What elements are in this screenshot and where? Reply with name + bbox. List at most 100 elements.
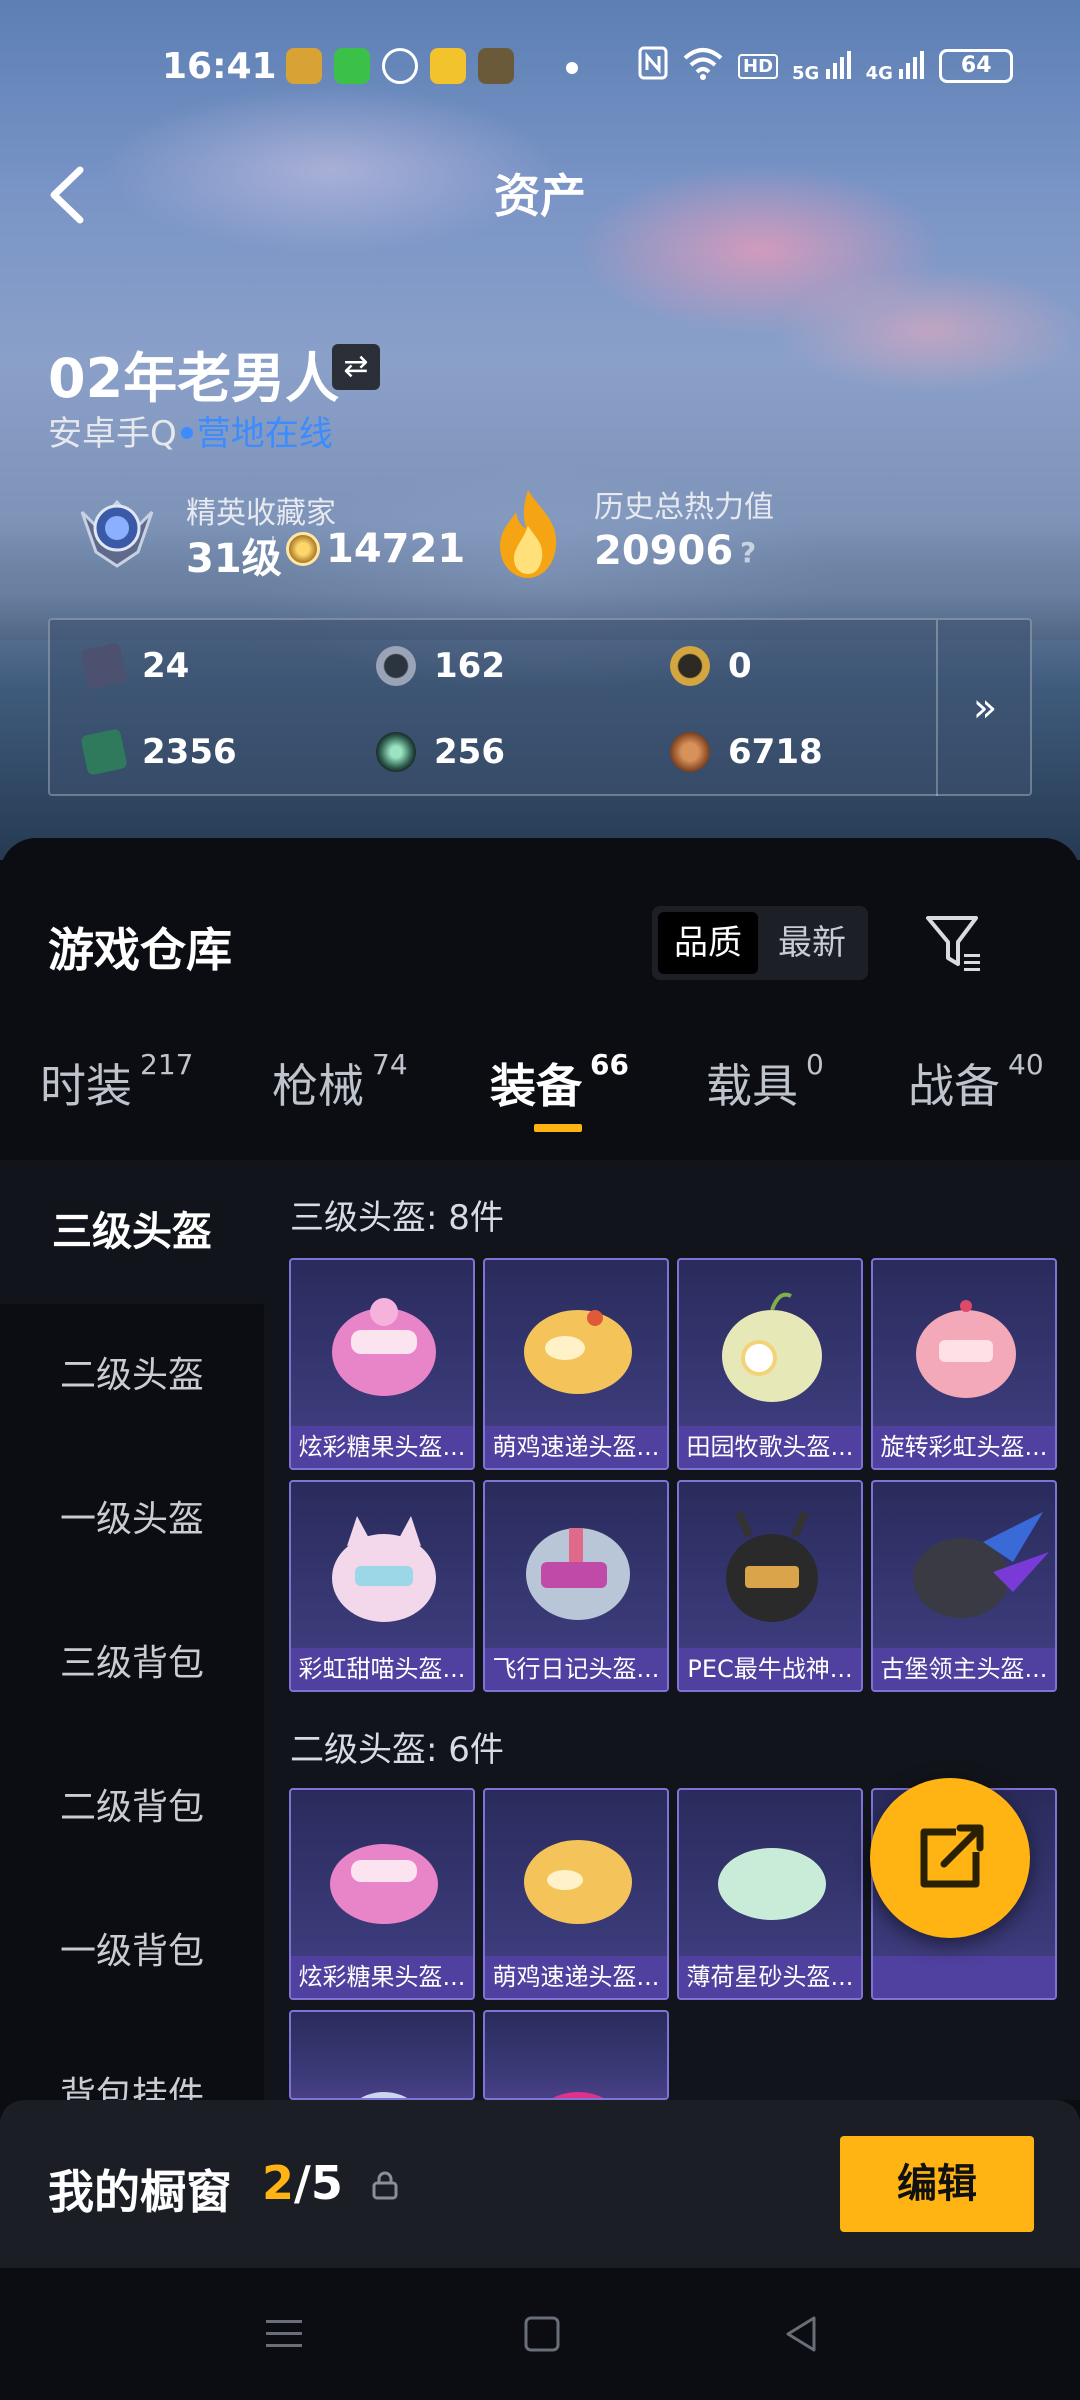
more-notifications-dot (566, 62, 578, 74)
share-button[interactable] (870, 1778, 1030, 1938)
tab-label: 战备 (908, 1059, 1000, 1113)
account-subline: 安卓手Q 营地在线 (48, 406, 333, 455)
share-icon (920, 1824, 984, 1888)
helmet-image (524, 1840, 632, 1924)
edit-button[interactable]: 编辑 (840, 2136, 1034, 2232)
tab-weapons[interactable]: 枪械 74 (272, 1048, 408, 1116)
flame-icon (488, 486, 568, 582)
sidebar-item-backpack-lv3[interactable]: 三级背包 (0, 1592, 264, 1736)
currency-value: 2356 (142, 732, 237, 772)
helmet-image (332, 1298, 436, 1396)
helmet-image (726, 1510, 818, 1622)
item-name: 彩虹甜喵头盔... (291, 1648, 473, 1690)
currency-value: 0 (728, 646, 752, 686)
group-title: 三级头盔: 8件 (290, 1198, 504, 1238)
sidebar-item-backpack-lv2[interactable]: 二级背包 (0, 1736, 264, 1880)
sidebar-item-helmet-lv3[interactable]: 三级头盔 (0, 1160, 264, 1304)
item-name: PEC最牛战神... (679, 1648, 861, 1690)
tab-fashion[interactable]: 时装 217 (40, 1048, 193, 1116)
currency-item: 24 (80, 642, 189, 690)
item-name: 古堡领主头盔... (873, 1648, 1055, 1690)
helmet-image (722, 1292, 822, 1402)
tab-equipment[interactable]: 装备 66 (490, 1048, 629, 1116)
home-button[interactable] (520, 2312, 564, 2356)
showcase-total: /5 (294, 2156, 343, 2210)
item-name: 萌鸡速递头盔... (485, 1956, 667, 1998)
coin-s-icon (376, 646, 416, 686)
chat-app-icon (382, 48, 418, 84)
rank-badge-icon (72, 482, 162, 572)
heat-value: 20906 (594, 528, 734, 574)
item-card[interactable]: 旋转彩虹头盔... (871, 1258, 1057, 1470)
card-icon (80, 642, 128, 690)
pubg-app-icon (478, 48, 514, 84)
warehouse-title: 游戏仓库 (48, 923, 232, 977)
filter-icon (926, 916, 980, 971)
sidebar-item-helmet-lv2[interactable]: 二级头盔 (0, 1304, 264, 1448)
tab-count: 40 (1008, 1048, 1044, 1081)
item-card[interactable] (483, 2010, 669, 2100)
status-bar: 16:41 HD 5G 4G 64 (0, 40, 1080, 96)
platform-label: 安卓手Q (48, 414, 177, 454)
item-card[interactable]: 古堡领主头盔... (871, 1480, 1057, 1692)
helmet-image (360, 2092, 408, 2098)
tab-vehicles[interactable]: 载具 0 (706, 1048, 824, 1116)
currency-item: 6718 (670, 732, 823, 772)
game-app-icon (286, 48, 322, 84)
item-card[interactable]: PEC最牛战神... (677, 1480, 863, 1692)
recent-apps-button[interactable] (262, 2312, 306, 2356)
item-card[interactable]: 田园牧歌头盔... (677, 1258, 863, 1470)
tab-count: 66 (590, 1048, 629, 1081)
currency-item: 162 (376, 646, 505, 686)
sidebar-item-helmet-lv1[interactable]: 一级头盔 (0, 1448, 264, 1592)
tab-supplies[interactable]: 战备 40 (908, 1048, 1044, 1116)
currency-item: 0 (670, 646, 752, 686)
currency-item: 2356 (80, 728, 237, 776)
tab-label: 时装 (40, 1059, 132, 1113)
item-card[interactable]: 炫彩糖果头盔... (289, 1788, 475, 2000)
item-card[interactable] (289, 2010, 475, 2100)
item-name (873, 1956, 1055, 1998)
item-card[interactable]: 彩虹甜喵头盔... (289, 1480, 475, 1692)
subcategory-sidebar: 三级头盔 二级头盔 一级头盔 三级背包 二级背包 一级背包 背包挂件 (0, 1160, 264, 2100)
online-status: 营地在线 (196, 414, 333, 454)
helmet-image (916, 1300, 1016, 1398)
item-card[interactable]: 飞行日记头盔... (483, 1480, 669, 1692)
username: 02年老男人 (48, 347, 340, 410)
item-name: 飞行日记头盔... (485, 1648, 667, 1690)
square-icon (524, 2316, 560, 2352)
system-back-button[interactable] (780, 2312, 824, 2356)
item-card[interactable]: 薄荷星砂头盔... (677, 1788, 863, 2000)
help-icon[interactable]: ? (740, 536, 756, 569)
sidebar-item-backpack-lv1[interactable]: 一级背包 (0, 1880, 264, 2024)
bronze-coin-icon (670, 732, 710, 772)
item-card[interactable]: 萌鸡速递头盔... (483, 1258, 669, 1470)
helmet-image (524, 1310, 632, 1394)
4g-label: 4G (865, 62, 893, 84)
currency-more-button[interactable]: » (938, 620, 1032, 796)
battery-indicator: 64 (939, 49, 1014, 83)
item-card[interactable]: 萌鸡速递头盔... (483, 1788, 669, 2000)
orb-icon (376, 732, 416, 772)
swap-account-button[interactable]: ⇄ (332, 344, 380, 390)
sort-quality-button[interactable]: 品质 (658, 912, 758, 974)
item-name: 旋转彩虹头盔... (873, 1426, 1055, 1468)
currency-panel: 24 162 0 2356 256 6718 » (48, 618, 1032, 796)
sort-newest-button[interactable]: 最新 (762, 912, 862, 974)
item-name: 薄荷星砂头盔... (679, 1956, 861, 1998)
showcase-count: 2/5 (262, 2156, 343, 2210)
5g-label: 5G (792, 62, 820, 84)
currency-value: 256 (434, 732, 505, 772)
filter-button[interactable] (922, 910, 988, 976)
showcase-label: 我的橱窗 (48, 2165, 232, 2219)
showcase-current: 2 (262, 2156, 295, 2210)
item-name: 田园牧歌头盔... (679, 1426, 861, 1468)
sidebar-item-backpack-pendant[interactable]: 背包挂件 (0, 2024, 264, 2100)
coin-a-icon (670, 646, 710, 686)
item-card[interactable]: 炫彩糖果头盔... (289, 1258, 475, 1470)
triangle-back-icon (786, 2316, 816, 2352)
active-tab-indicator (534, 1124, 582, 1132)
helmet-image (332, 1516, 436, 1622)
nfc-icon (638, 46, 668, 86)
tab-label: 装备 (490, 1059, 582, 1113)
